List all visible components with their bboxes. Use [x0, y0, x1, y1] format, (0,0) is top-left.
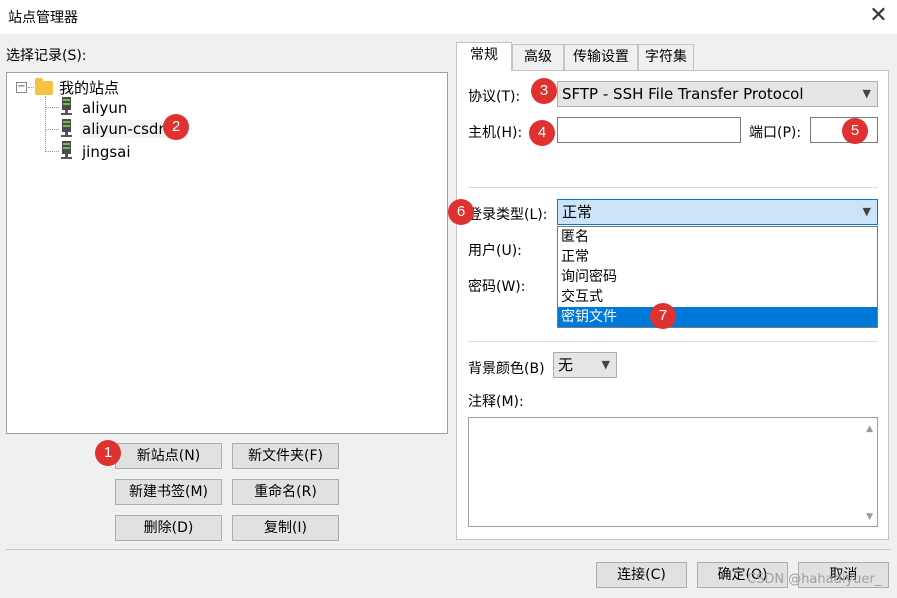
tree-item-site[interactable]: aliyun — [82, 99, 127, 117]
bg-color-select[interactable]: 无 ▼ — [553, 352, 617, 378]
tab-advanced[interactable]: 高级 — [512, 44, 564, 70]
bg-color-label: 背景颜色(B) — [468, 361, 545, 377]
new-site-button[interactable]: 新站点(N) — [115, 443, 222, 469]
protocol-value: SFTP - SSH File Transfer Protocol — [562, 85, 804, 103]
tab-transfer-settings[interactable]: 传输设置 — [564, 44, 638, 70]
tree-root-my-sites[interactable]: 我的站点 — [59, 77, 119, 98]
annotation-badge: 6 — [448, 199, 474, 225]
chevron-down-icon: ▼ — [601, 358, 610, 371]
server-icon — [61, 97, 72, 115]
scroll-up-icon[interactable]: ▲ — [866, 424, 873, 434]
host-input[interactable] — [557, 117, 741, 143]
user-label: 用户(U): — [468, 243, 522, 259]
tab-charset[interactable]: 字符集 — [638, 44, 694, 70]
tree-line — [45, 96, 46, 152]
tree-item-site-selected[interactable]: aliyun-csdn — [80, 120, 170, 138]
server-icon — [61, 141, 72, 159]
divider — [468, 187, 878, 188]
site-tree[interactable]: − 我的站点 aliyun aliyun-csdn jingsai — [6, 72, 448, 434]
scroll-down-icon[interactable]: ▼ — [866, 512, 873, 522]
protocol-label: 协议(T): — [468, 89, 521, 105]
dropdown-option[interactable]: 交互式 — [558, 287, 877, 307]
connect-button[interactable]: 连接(C) — [596, 562, 687, 588]
host-label: 主机(H): — [468, 125, 523, 141]
annotation-badge: 5 — [842, 118, 868, 144]
login-type-select[interactable]: 正常 ▼ — [557, 199, 878, 225]
tree-line — [45, 129, 59, 130]
collapse-icon[interactable]: − — [16, 82, 27, 93]
login-type-dropdown[interactable]: 匿名 正常 询问密码 交互式 密钥文件 — [557, 226, 878, 328]
annotation-badge: 3 — [531, 78, 557, 104]
tree-line — [45, 107, 59, 108]
annotation-badge: 4 — [529, 120, 555, 146]
new-folder-button[interactable]: 新文件夹(F) — [232, 443, 339, 469]
password-label: 密码(W): — [468, 279, 526, 295]
login-type-label: 登录类型(L): — [468, 207, 548, 223]
settings-tabs: 常规 高级 传输设置 字符集 — [456, 42, 889, 71]
delete-button[interactable]: 删除(D) — [115, 515, 222, 541]
dropdown-option[interactable]: 正常 — [558, 247, 877, 267]
divider — [6, 549, 891, 550]
comment-textarea[interactable]: ▲ ▼ — [468, 417, 878, 527]
divider — [468, 341, 878, 342]
window-title: 站点管理器 — [8, 10, 78, 26]
annotation-badge: 7 — [650, 303, 676, 329]
watermark: CSDN @hahadiyuer_ — [747, 572, 882, 587]
title-bar: 站点管理器 ✕ — [0, 0, 897, 34]
dropdown-option-highlighted[interactable]: 密钥文件 — [558, 307, 877, 327]
close-button[interactable]: ✕ — [860, 0, 897, 32]
select-entry-label: 选择记录(S): — [6, 48, 87, 64]
rename-button[interactable]: 重命名(R) — [232, 479, 339, 505]
chevron-down-icon: ▼ — [862, 205, 871, 218]
tab-general[interactable]: 常规 — [456, 42, 512, 71]
tree-item-site[interactable]: jingsai — [82, 143, 131, 161]
annotation-badge: 2 — [163, 114, 189, 140]
bg-color-value: 无 — [558, 356, 574, 374]
chevron-down-icon: ▼ — [862, 87, 871, 100]
copy-button[interactable]: 复制(I) — [232, 515, 339, 541]
server-icon — [61, 119, 72, 137]
tree-line — [45, 151, 59, 152]
dropdown-option[interactable]: 询问密码 — [558, 267, 877, 287]
folder-icon — [35, 78, 53, 95]
dropdown-option[interactable]: 匿名 — [558, 227, 877, 247]
protocol-select[interactable]: SFTP - SSH File Transfer Protocol ▼ — [557, 81, 878, 107]
tree-line — [28, 87, 34, 88]
login-type-value: 正常 — [562, 203, 593, 221]
comment-label: 注释(M): — [468, 394, 524, 410]
port-label: 端口(P): — [749, 125, 802, 141]
annotation-badge: 1 — [95, 440, 121, 466]
new-bookmark-button[interactable]: 新建书签(M) — [115, 479, 222, 505]
